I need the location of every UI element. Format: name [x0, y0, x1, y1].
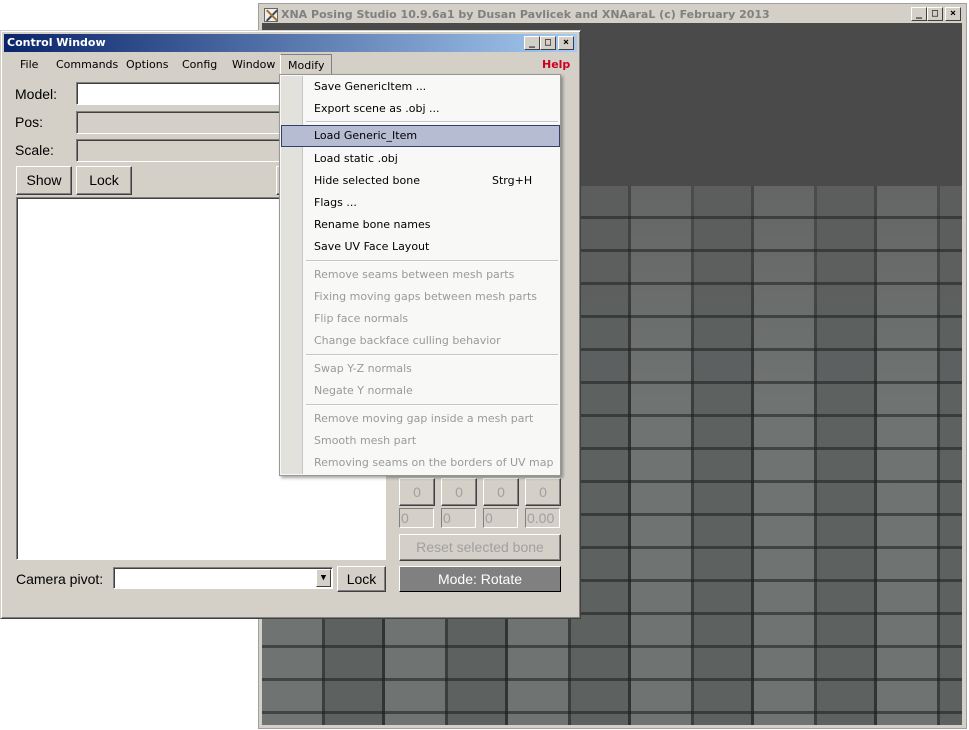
- menu-item-label: Load static .obj: [314, 152, 398, 165]
- menu-separator: [306, 354, 558, 356]
- menu-item-label: Export scene as .obj ...: [314, 102, 440, 115]
- minimize-button[interactable]: _: [524, 36, 540, 50]
- menu-item-swap-yz-normals[interactable]: Swap Y-Z normals: [282, 358, 558, 380]
- menu-file[interactable]: File: [13, 54, 45, 75]
- zero-button-3[interactable]: 0: [483, 478, 519, 506]
- menu-item-label: Save GenericItem ...: [314, 80, 427, 93]
- close-button[interactable]: ×: [945, 7, 961, 21]
- menu-item-save-genericitem[interactable]: Save GenericItem ...: [282, 76, 558, 98]
- menu-modify[interactable]: Modify: [280, 54, 333, 75]
- menu-item-label: Save UV Face Layout: [314, 240, 430, 253]
- control-window-title: Control Window: [7, 36, 106, 49]
- model-label: Model:: [15, 86, 58, 102]
- menu-item-shortcut: Strg+H: [492, 174, 533, 187]
- menu-commands[interactable]: Commands: [49, 54, 125, 75]
- control-window-controls: _ □ ×: [524, 36, 574, 50]
- menu-item-label: Negate Y normale: [314, 384, 413, 397]
- field-2[interactable]: 0: [441, 508, 476, 528]
- menu-item-flags[interactable]: Flags ...: [282, 192, 558, 214]
- zero-button-2[interactable]: 0: [441, 478, 477, 506]
- menu-window[interactable]: Window: [225, 54, 282, 75]
- reset-selected-bone-button[interactable]: Reset selected bone: [399, 534, 561, 561]
- menu-item-fixing-moving-gaps[interactable]: Fixing moving gaps between mesh parts: [282, 286, 558, 308]
- menu-config[interactable]: Config: [175, 54, 224, 75]
- menu-item-label: Change backface culling behavior: [314, 334, 501, 347]
- close-button[interactable]: ×: [558, 36, 574, 50]
- menu-item-label: Remove moving gap inside a mesh part: [314, 412, 534, 425]
- mode-rotate-button[interactable]: Mode: Rotate: [399, 566, 561, 592]
- camera-lock-button[interactable]: Lock: [337, 566, 386, 592]
- menu-item-remove-moving-gap[interactable]: Remove moving gap inside a mesh part: [282, 408, 558, 430]
- menu-item-label: Smooth mesh part: [314, 434, 417, 447]
- menu-item-removing-seams-uv[interactable]: Removing seams on the borders of UV map: [282, 452, 558, 474]
- menu-item-load-generic-item[interactable]: Load Generic_Item: [281, 125, 560, 147]
- menu-item-flip-face-normals[interactable]: Flip face normals: [282, 308, 558, 330]
- menu-separator: [306, 404, 558, 406]
- field-3[interactable]: 0: [483, 508, 518, 528]
- main-window-controls: _ □ ×: [911, 7, 961, 21]
- menu-item-label: Fixing moving gaps between mesh parts: [314, 290, 538, 303]
- menu-item-smooth-mesh-part[interactable]: Smooth mesh part: [282, 430, 558, 452]
- menu-item-negate-y-normale[interactable]: Negate Y normale: [282, 380, 558, 402]
- app-icon: [264, 8, 278, 22]
- menu-item-label: Load Generic_Item: [314, 129, 418, 142]
- main-title: XNA Posing Studio 10.9.6a1 by Dusan Pavl…: [281, 8, 770, 21]
- menu-item-rename-bone-names[interactable]: Rename bone names: [282, 214, 558, 236]
- scale-label: Scale:: [15, 142, 54, 158]
- chevron-down-icon[interactable]: ▼: [316, 569, 331, 587]
- menu-item-load-static-obj[interactable]: Load static .obj: [282, 148, 558, 170]
- menu-item-label: Hide selected bone: [314, 174, 420, 187]
- show-button[interactable]: Show: [16, 166, 72, 195]
- menu-separator: [306, 260, 558, 262]
- menu-item-save-uv-face-layout[interactable]: Save UV Face Layout: [282, 236, 558, 258]
- menu-bar: File Commands Options Config Window Modi…: [4, 54, 577, 75]
- minimize-button[interactable]: _: [911, 7, 927, 21]
- menu-item-label: Swap Y-Z normals: [314, 362, 412, 375]
- menu-options[interactable]: Options: [119, 54, 175, 75]
- menu-item-label: Flip face normals: [314, 312, 409, 325]
- control-title-bar[interactable]: Control Window: [4, 34, 577, 52]
- menu-separator: [306, 121, 558, 123]
- main-title-bar[interactable]: XNA Posing Studio 10.9.6a1 by Dusan Pavl…: [261, 6, 964, 24]
- maximize-button[interactable]: □: [927, 7, 943, 21]
- pos-label: Pos:: [15, 114, 44, 130]
- maximize-button[interactable]: □: [540, 36, 556, 50]
- menu-help[interactable]: Help: [535, 54, 577, 75]
- zero-button-4[interactable]: 0: [525, 478, 561, 506]
- camera-pivot-select[interactable]: ▼: [113, 567, 333, 589]
- menu-item-change-backface-culling[interactable]: Change backface culling behavior: [282, 330, 558, 352]
- menu-item-hide-selected-bone[interactable]: Hide selected bone Strg+H: [282, 170, 558, 192]
- menu-item-export-obj[interactable]: Export scene as .obj ...: [282, 98, 558, 120]
- menu-item-label: Flags ...: [314, 196, 357, 209]
- modify-menu: Save GenericItem ... Export scene as .ob…: [279, 74, 561, 476]
- menu-item-label: Remove seams between mesh parts: [314, 268, 515, 281]
- field-1[interactable]: 0: [399, 508, 434, 528]
- zero-button-1[interactable]: 0: [399, 478, 435, 506]
- field-4[interactable]: 0.00: [525, 508, 560, 528]
- menu-item-label: Removing seams on the borders of UV map: [314, 456, 554, 469]
- lock-button[interactable]: Lock: [76, 166, 132, 195]
- menu-item-label: Rename bone names: [314, 218, 431, 231]
- menu-item-remove-seams[interactable]: Remove seams between mesh parts: [282, 264, 558, 286]
- camera-pivot-label: Camera pivot:: [16, 571, 104, 587]
